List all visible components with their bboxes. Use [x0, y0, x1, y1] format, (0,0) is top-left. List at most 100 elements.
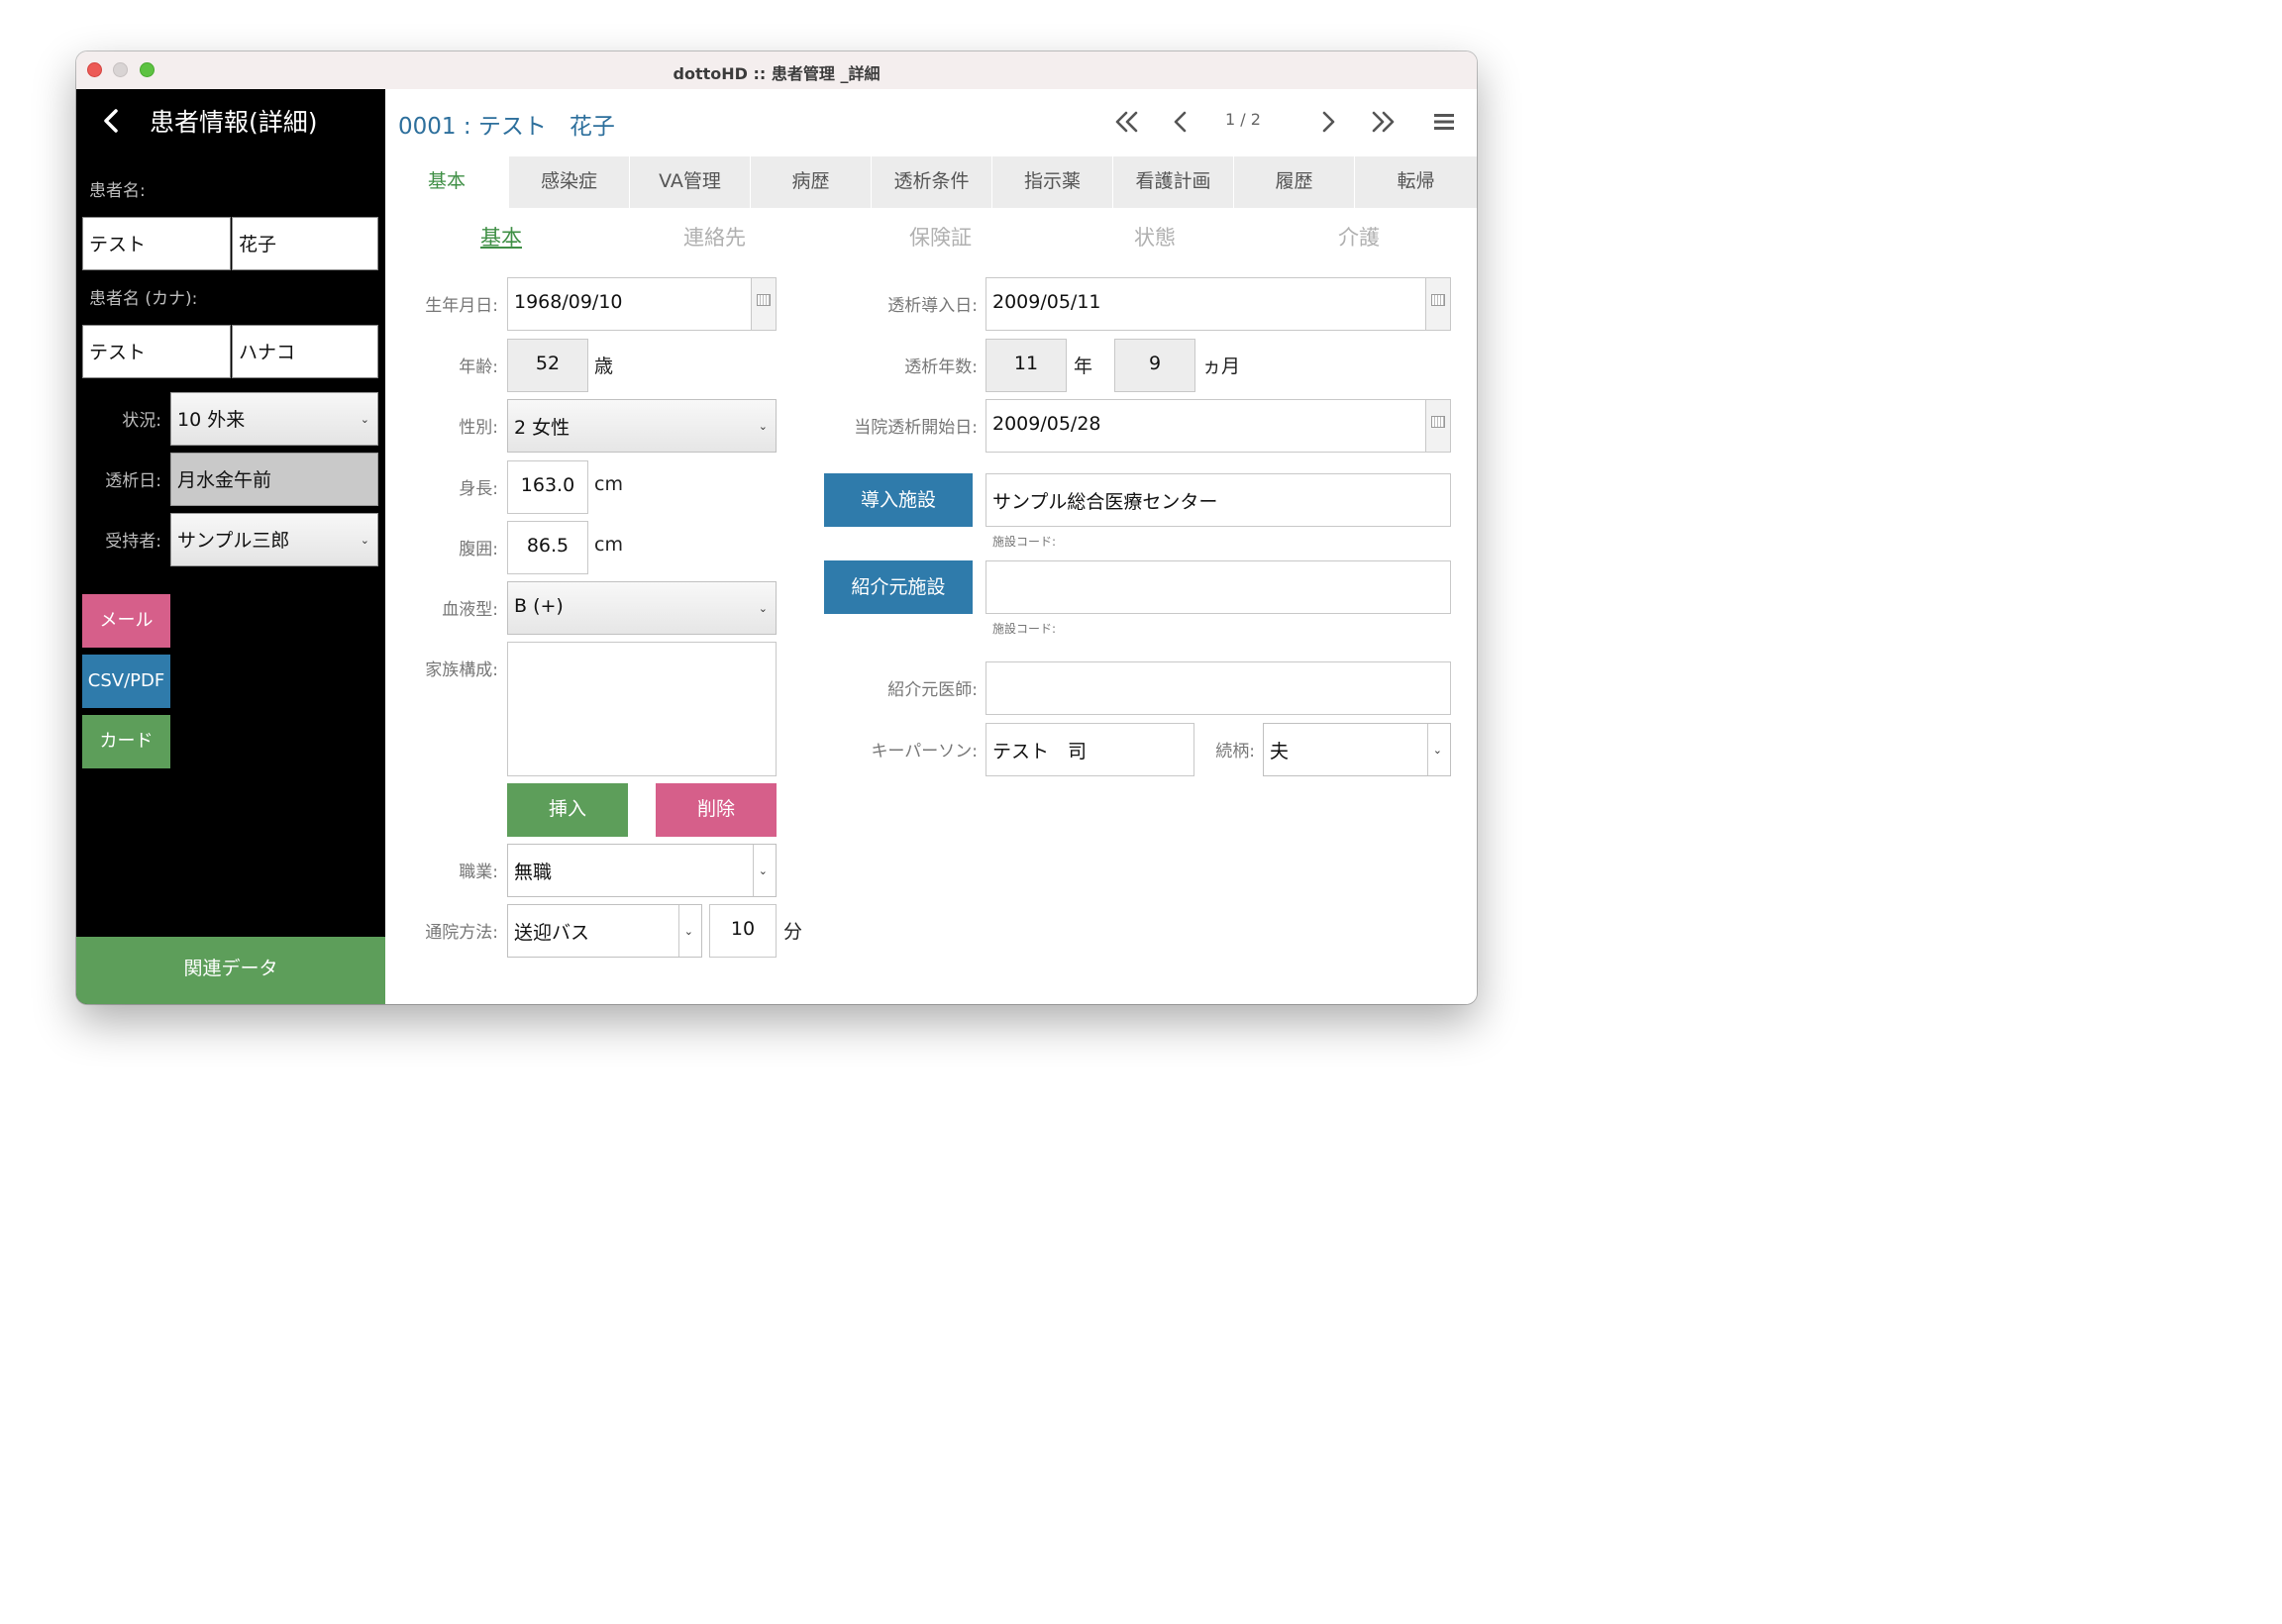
commute-select[interactable]: 送迎バス ⌄: [507, 904, 702, 958]
height-field[interactable]: 163.0: [507, 460, 588, 514]
chevron-down-icon: ⌄: [683, 925, 693, 938]
keyperson-field[interactable]: テスト 司: [985, 723, 1194, 776]
sidebar: 患者情報(詳細) 患者名: テスト 花子 患者名 (カナ): テスト ハナコ 状…: [76, 89, 385, 1004]
commute-label: 通院方法:: [425, 923, 498, 943]
birthday-value: 1968/09/10: [514, 291, 623, 313]
start-date-field[interactable]: 2009/05/28: [985, 399, 1451, 453]
window-title: dottoHD :: 患者管理 _詳細: [673, 64, 881, 83]
main-panel: 0001 : テスト 花子 1 / 2 基本 感染症 VA管理 病歴 透析条件: [385, 89, 1477, 1004]
keyperson-label: キーパーソン:: [871, 742, 978, 761]
commute-select-value: 送迎バス: [514, 922, 590, 944]
referral-facility-field[interactable]: [985, 560, 1451, 614]
tab-infection[interactable]: 感染症: [509, 156, 629, 208]
months-unit: ヵ月: [1202, 355, 1241, 377]
patient-name-label: 患者名:: [89, 181, 146, 201]
card-button[interactable]: カード: [82, 715, 170, 768]
intro-date-value: 2009/05/11: [992, 291, 1101, 313]
height-label: 身長:: [459, 479, 498, 499]
tab-basic[interactable]: 基本: [385, 156, 508, 208]
delete-button[interactable]: 削除: [656, 783, 777, 837]
tab-outcome[interactable]: 転帰: [1355, 156, 1477, 208]
page-indicator: 1 / 2: [1225, 110, 1261, 129]
subtab-care[interactable]: 介護: [1338, 222, 1380, 252]
title-bar: dottoHD :: 患者管理 _詳細: [76, 51, 1477, 90]
patient-last-name-field[interactable]: テスト: [82, 217, 231, 270]
blood-type-label: 血液型:: [442, 600, 498, 620]
status-select-value: 10 外来: [177, 409, 246, 431]
related-data-button[interactable]: 関連データ: [76, 937, 385, 1004]
tab-nursing-plan[interactable]: 看護計画: [1113, 156, 1233, 208]
app-window: dottoHD :: 患者管理 _詳細 患者情報(詳細) 患者名: テスト 花子…: [76, 51, 1477, 1004]
calendar-button[interactable]: [751, 278, 776, 330]
back-chevron-icon[interactable]: [100, 107, 124, 135]
job-label: 職業:: [459, 863, 498, 882]
tab-bar: 基本 感染症 VA管理 病歴 透析条件 指示薬 看護計画 履歴 転帰: [385, 156, 1477, 208]
sex-select-value: 2 女性: [514, 417, 570, 439]
patient-kana-label: 患者名 (カナ):: [89, 289, 198, 309]
dialysis-months-field: 9: [1114, 339, 1195, 392]
calendar-icon: [1431, 416, 1445, 428]
dialysis-day-field[interactable]: 月水金午前: [170, 453, 378, 506]
subtab-insurance[interactable]: 保険証: [909, 222, 972, 252]
tab-va-management[interactable]: VA管理: [630, 156, 750, 208]
birthday-field[interactable]: 1968/09/10: [507, 277, 777, 331]
intro-facility-field[interactable]: サンプル総合医療センター: [985, 473, 1451, 527]
waist-label: 腹囲:: [459, 540, 498, 559]
blood-type-select[interactable]: B (+) ⌄: [507, 581, 777, 635]
waist-field[interactable]: 86.5: [507, 521, 588, 574]
mail-button[interactable]: メール: [82, 594, 170, 648]
chevron-down-icon: ⌄: [758, 420, 768, 433]
age-field: 52: [507, 339, 588, 392]
calendar-button[interactable]: [1425, 400, 1450, 452]
intro-date-field[interactable]: 2009/05/11: [985, 277, 1451, 331]
intro-facility-code-note: 施設コード:: [992, 535, 1057, 549]
birthday-label: 生年月日:: [425, 296, 498, 316]
referral-facility-code-note: 施設コード:: [992, 622, 1057, 636]
tab-prescriptions[interactable]: 指示薬: [992, 156, 1112, 208]
relation-select[interactable]: 夫 ⌄: [1263, 723, 1451, 776]
tab-history[interactable]: 履歴: [1234, 156, 1354, 208]
tab-dialysis-conditions[interactable]: 透析条件: [872, 156, 991, 208]
intro-date-label: 透析導入日:: [887, 296, 978, 316]
age-label: 年齢:: [459, 357, 498, 377]
insert-button[interactable]: 挿入: [507, 783, 628, 837]
commute-minutes-unit: 分: [783, 921, 803, 943]
blood-type-value: B (+): [514, 595, 564, 617]
relation-label: 続柄:: [1215, 742, 1255, 761]
receiver-select-value: サンプル三郎: [177, 530, 290, 552]
calendar-button[interactable]: [1425, 278, 1450, 330]
sex-select[interactable]: 2 女性 ⌄: [507, 399, 777, 453]
height-unit: cm: [594, 473, 623, 495]
referral-facility-button[interactable]: 紹介元施設: [824, 560, 973, 614]
last-page-icon[interactable]: [1368, 105, 1398, 139]
calendar-icon: [757, 294, 771, 306]
tab-medical-history[interactable]: 病歴: [751, 156, 871, 208]
menu-icon[interactable]: [1429, 105, 1459, 139]
referral-doctor-field[interactable]: [985, 661, 1451, 715]
prev-page-icon[interactable]: [1166, 105, 1195, 139]
start-date-label: 当院透析開始日:: [854, 418, 978, 438]
start-date-value: 2009/05/28: [992, 413, 1101, 435]
status-label: 状況:: [122, 411, 161, 431]
csv-pdf-button[interactable]: CSV/PDF: [82, 655, 170, 708]
next-page-icon[interactable]: [1313, 105, 1343, 139]
sidebar-title: 患者情報(詳細): [150, 108, 318, 137]
subtab-contact[interactable]: 連絡先: [683, 222, 746, 252]
patient-last-kana-field[interactable]: テスト: [82, 325, 231, 378]
family-textarea[interactable]: [507, 642, 777, 776]
job-select[interactable]: 無職 ⌄: [507, 844, 777, 897]
dialysis-day-label: 透析日:: [105, 471, 161, 491]
calendar-icon: [1431, 294, 1445, 306]
status-select[interactable]: 10 外来 ⌄: [170, 392, 378, 446]
subtab-basic[interactable]: 基本: [480, 222, 522, 252]
patient-first-name-field[interactable]: 花子: [232, 217, 378, 270]
commute-minutes-field[interactable]: 10: [709, 904, 777, 958]
receiver-select[interactable]: サンプル三郎 ⌄: [170, 513, 378, 566]
first-page-icon[interactable]: [1112, 105, 1142, 139]
sex-label: 性別:: [459, 418, 498, 438]
subtab-condition[interactable]: 状態: [1134, 222, 1176, 252]
intro-facility-button[interactable]: 導入施設: [824, 473, 973, 527]
family-label: 家族構成:: [425, 660, 498, 680]
receiver-label: 受持者:: [105, 532, 161, 552]
patient-first-kana-field[interactable]: ハナコ: [232, 325, 378, 378]
